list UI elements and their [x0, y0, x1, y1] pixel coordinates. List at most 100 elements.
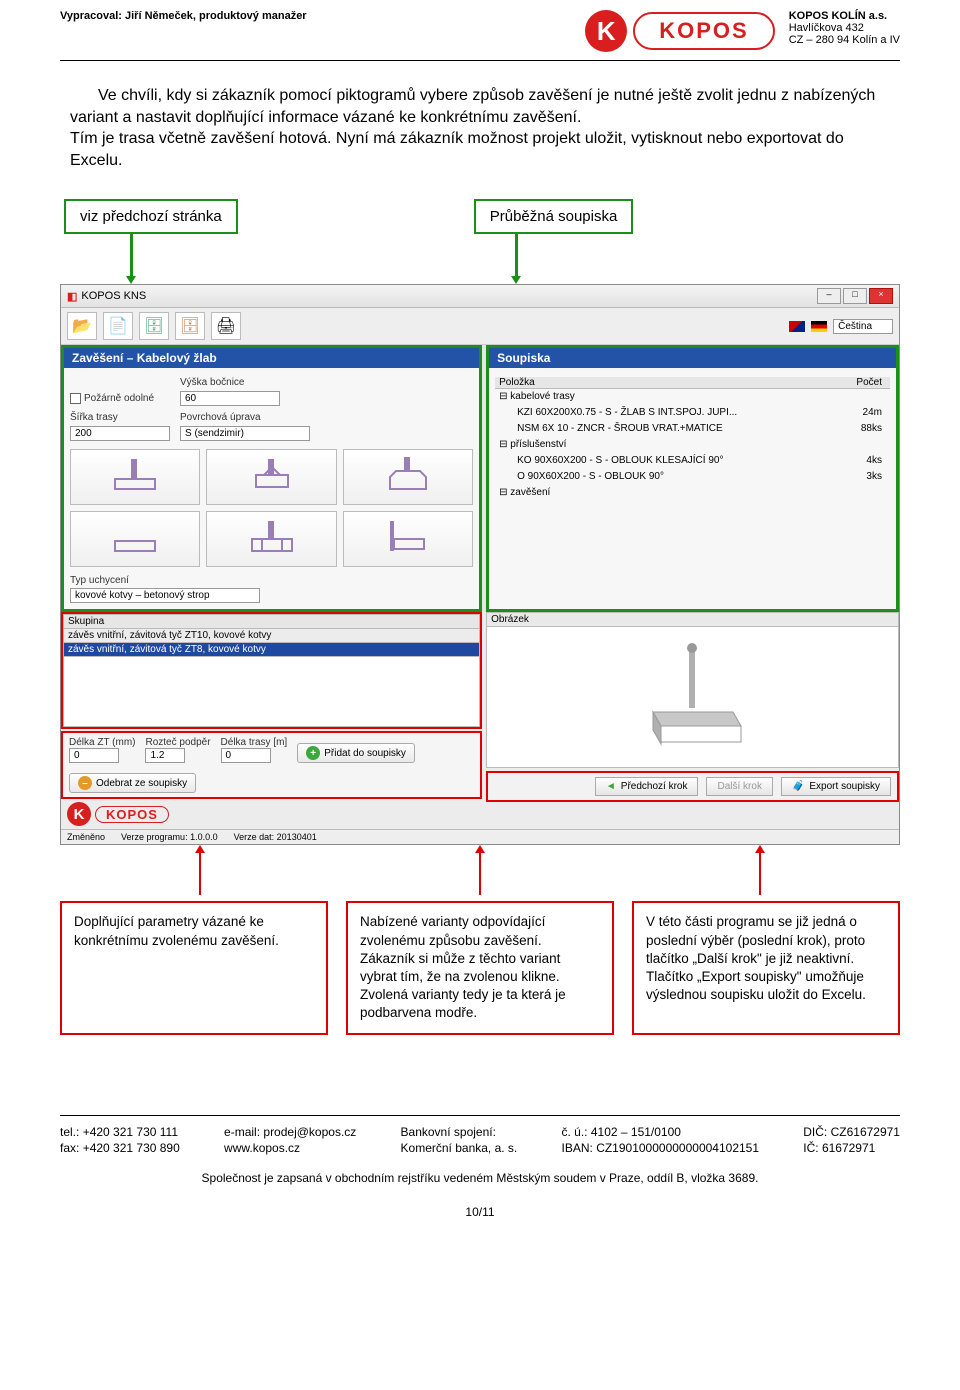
callout-params: Doplňující parametry vázané ke konkrétní… — [60, 901, 328, 1034]
label-typ-uchyceni: Typ uchycení — [70, 575, 473, 586]
fire-checkbox[interactable]: Požárně odolné — [70, 393, 170, 404]
briefcase-icon: 🧳 — [792, 781, 804, 792]
app-icon: ◧ — [67, 290, 77, 303]
red-callouts-row: Doplňující parametry vázané ke konkrétní… — [60, 901, 900, 1034]
delka-zt-input[interactable]: 0 — [69, 748, 119, 763]
skupina-row-1[interactable]: závěs vnitřní, závitová tyč ZT10, kovové… — [63, 629, 480, 643]
company-addr2: CZ – 280 94 Kolín a IV — [789, 34, 900, 46]
logo-circle-icon: K — [585, 10, 627, 52]
next-step-button-disabled: Další krok — [706, 777, 772, 796]
page-footer: tel.: +420 321 730 111 fax: +420 321 730… — [60, 1115, 900, 1220]
surface-input[interactable]: S (sendzimir) — [180, 426, 310, 441]
callout-soupiska: Průběžná soupiska — [474, 199, 634, 234]
prev-step-button[interactable]: ◄ Předchozí krok — [595, 777, 699, 796]
obrazek-image — [487, 627, 898, 767]
body-paragraph: Ve chvíli, kdy si zákazník pomocí piktog… — [70, 85, 900, 171]
nav-buttons-bar: ◄ Předchozí krok Další krok 🧳 Export sou… — [486, 771, 899, 802]
maximize-button[interactable]: □ — [843, 288, 867, 304]
pictogram-grid — [70, 449, 473, 567]
minimize-button[interactable]: – — [817, 288, 841, 304]
list-item[interactable]: NSM 6X 10 - ZNCR - ŠROUB VRAT.+MATICE88k… — [495, 421, 890, 437]
list-item[interactable]: O 90X60X200 - S - OBLOUK 90°3ks — [495, 469, 890, 485]
footer-acct: č. ú.: 4102 – 151/0100 IBAN: CZ190100000… — [562, 1124, 760, 1158]
list-item[interactable]: ⊟ kabelové trasy — [495, 389, 890, 405]
picto-6[interactable] — [343, 511, 473, 567]
picto-1[interactable] — [70, 449, 200, 505]
picto-2[interactable] — [206, 449, 336, 505]
header-rule — [60, 60, 900, 61]
db-icon-1[interactable]: 🗄 — [139, 312, 169, 340]
kopos-logo: K KOPOS — [585, 10, 774, 52]
typ-uchyceni-input[interactable]: kovové kotvy – betonový strop — [70, 588, 260, 603]
status-bar: Změněno Verze programu: 1.0.0.0 Verze da… — [61, 829, 899, 844]
width-input[interactable]: 200 — [70, 426, 170, 441]
label-surface: Povrchová úprava — [180, 412, 261, 423]
footer-id: DIČ: CZ61672971 IČ: 61672971 — [803, 1124, 900, 1158]
callout-variants: Nabízené varianty odpovídající zvolenému… — [346, 901, 614, 1034]
label-delka-zt: Délka ZT (mm) — [69, 737, 135, 748]
footer-phone: tel.: +420 321 730 111 fax: +420 321 730… — [60, 1124, 180, 1158]
close-button[interactable]: × — [869, 288, 893, 304]
flag-uk-icon[interactable] — [789, 321, 805, 332]
db-icon-2[interactable]: 🗄 — [175, 312, 205, 340]
skupina-header: Skupina — [63, 614, 480, 629]
delka-trasy-input[interactable]: 0 — [221, 748, 271, 763]
logo-word: KOPOS — [633, 12, 774, 50]
page-header: Vypracoval: Jiří Němeček, produktový man… — [60, 10, 900, 56]
flag-de-icon[interactable] — [811, 321, 827, 332]
height-input[interactable]: 60 — [180, 391, 280, 406]
company-addr1: Havlíčkova 432 — [789, 22, 900, 34]
titlebar: ◧ KOPOS KNS – □ × — [61, 285, 899, 308]
obrazek-panel: Obrázek — [486, 612, 899, 768]
app-title: KOPOS KNS — [81, 290, 146, 302]
roztec-input[interactable]: 1.2 — [145, 748, 185, 763]
label-delka-trasy: Délka trasy [m] — [221, 737, 288, 748]
open-icon[interactable]: 📂 — [67, 312, 97, 340]
list-item[interactable]: KO 90X60X200 - S - OBLOUK KLESAJÍCÍ 90°4… — [495, 453, 890, 469]
print-icon[interactable]: 🖨 — [211, 312, 241, 340]
new-icon[interactable]: 📄 — [103, 312, 133, 340]
list-item[interactable]: ⊟ příslušenství — [495, 437, 890, 453]
language-selector: Čeština — [789, 319, 893, 334]
left-panel: Zavěšení – Kabelový žlab Výška bočnice P… — [61, 345, 482, 612]
callout-nav: V této části programu se již jedná o pos… — [632, 901, 900, 1034]
green-callouts-row: viz předchozí stránka Průběžná soupiska — [64, 199, 900, 234]
author-line: Vypracoval: Jiří Němeček, produktový man… — [60, 10, 307, 22]
callout-prev-page: viz předchozí stránka — [64, 199, 238, 234]
right-panel: Soupiska Položka Počet ⊟ kabelové trasyK… — [486, 345, 899, 612]
picto-3[interactable] — [343, 449, 473, 505]
skupina-row-2-selected[interactable]: závěs vnitřní, závitová tyč ZT8, kovové … — [63, 643, 480, 657]
right-panel-header: Soupiska — [489, 348, 896, 368]
minus-icon: – — [78, 776, 92, 790]
checkbox-icon — [70, 393, 81, 404]
add-to-list-button[interactable]: + Přidat do soupisky — [297, 743, 415, 763]
params-bar: Délka ZT (mm) 0 Rozteč podpěr 1.2 Délka … — [61, 731, 482, 799]
page-number: 10/11 — [60, 1205, 900, 1219]
footer-registration: Společnost je zapsaná v obchodním rejstř… — [60, 1171, 900, 1185]
footer-bank: Bankovní spojení: Komerční banka, a. s. — [401, 1124, 518, 1158]
export-button[interactable]: 🧳 Export soupisky — [781, 777, 891, 796]
left-panel-header: Zavěšení – Kabelový žlab — [64, 348, 479, 368]
label-width: Šířka trasy — [70, 412, 170, 423]
language-dropdown[interactable]: Čeština — [833, 319, 893, 334]
footer-email: e-mail: prodej@kopos.cz www.kopos.cz — [224, 1124, 356, 1158]
red-arrows — [60, 845, 900, 895]
list-item[interactable]: ⊟ zavěšení — [495, 485, 890, 501]
company-address: KOPOS KOLÍN a.s. Havlíčkova 432 CZ – 280… — [789, 10, 900, 46]
label-roztec: Rozteč podpěr — [145, 737, 210, 748]
app-window: ◧ KOPOS KNS – □ × 📂 📄 🗄 🗄 🖨 Čeština Zavě… — [60, 284, 900, 845]
picto-5[interactable] — [206, 511, 336, 567]
label-height: Výška bočnice — [180, 377, 244, 388]
green-arrows — [60, 234, 900, 284]
remove-from-list-button[interactable]: – Odebrat ze soupisky — [69, 773, 196, 793]
col-pocet: Počet — [840, 377, 890, 388]
footer-rule — [60, 1115, 900, 1116]
picto-4[interactable] — [70, 511, 200, 567]
toolbar: 📂 📄 🗄 🗄 🖨 Čeština — [61, 308, 899, 345]
arrow-left-icon: ◄ — [606, 781, 616, 792]
plus-icon: + — [306, 746, 320, 760]
list-item[interactable]: KZI 60X200X0.75 - S - ŽLAB S INT.SPOJ. J… — [495, 405, 890, 421]
kopos-small-logo: K KOPOS — [61, 799, 482, 829]
skupina-list: Skupina závěs vnitřní, závitová tyč ZT10… — [61, 612, 482, 729]
status-changed: Změněno — [67, 832, 105, 842]
